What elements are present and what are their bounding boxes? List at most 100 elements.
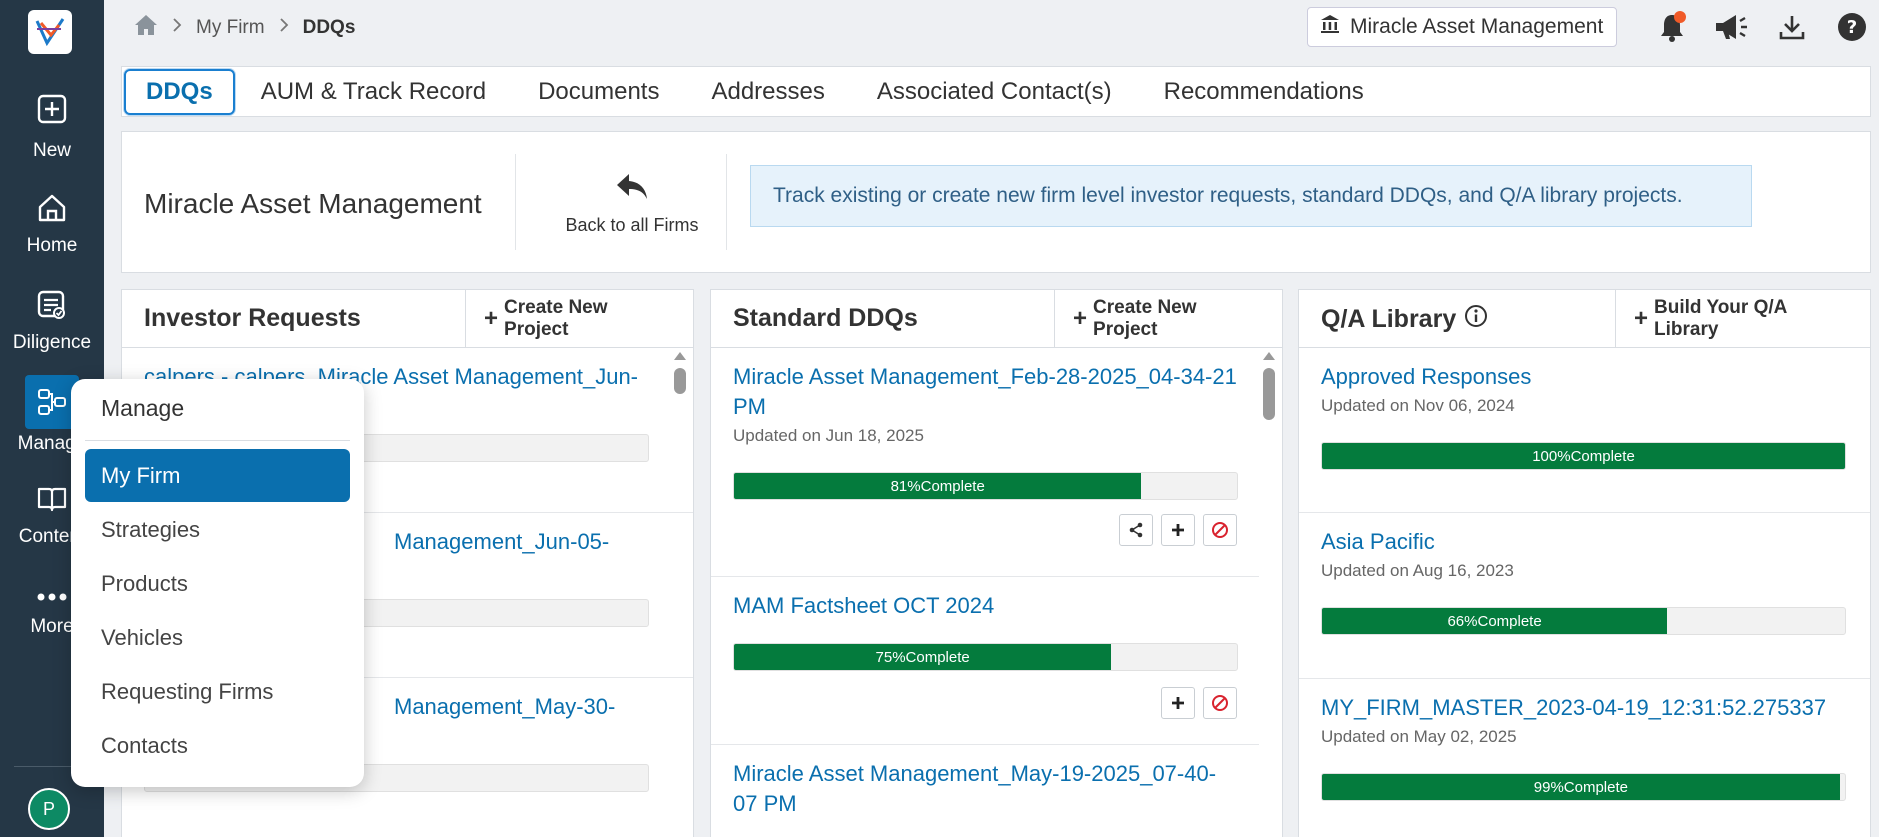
menu-item-my-firm[interactable]: My Firm xyxy=(85,449,350,502)
share-icon xyxy=(1129,522,1143,538)
list-item: Asia Pacific Updated on Aug 16, 2023 66%… xyxy=(1299,513,1870,679)
logo-icon xyxy=(35,18,65,47)
header-divider xyxy=(726,154,727,250)
build-qa-library-button[interactable]: + Build Your Q/A Library xyxy=(1615,290,1870,348)
project-link[interactable]: Miracle Asset Management_Feb-28-2025_04-… xyxy=(733,362,1237,422)
share-button[interactable] xyxy=(1119,514,1153,546)
project-link[interactable]: MAM Factsheet OCT 2024 xyxy=(733,591,1237,621)
standard-ddqs-panel: Standard DDQs + Create New Project Mirac… xyxy=(710,289,1283,837)
megaphone-icon[interactable] xyxy=(1714,9,1750,45)
row-actions xyxy=(733,514,1237,546)
progress-label: 66%Complete xyxy=(1447,612,1542,630)
firm-name: Miracle Asset Management xyxy=(144,188,482,219)
progress-label: 81%Complete xyxy=(890,477,985,495)
cancel-button[interactable] xyxy=(1203,687,1237,719)
plus-icon xyxy=(1172,524,1184,536)
avatar[interactable]: P xyxy=(28,788,70,830)
panel-title: Standard DDQs xyxy=(733,304,918,332)
progress-label: 75%Complete xyxy=(875,648,970,666)
breadcrumb-link-my-firm[interactable]: My Firm xyxy=(196,17,265,39)
panel-header: Investor Requests + Create New Project xyxy=(122,290,693,348)
list-item: MY_FIRM_MASTER_2023-04-19_12:31:52.27533… xyxy=(1299,679,1870,837)
plus-icon: + xyxy=(484,305,499,332)
chevron-right-icon xyxy=(172,17,182,39)
panel-header: Standard DDQs + Create New Project xyxy=(711,290,1282,348)
library-link[interactable]: Approved Responses xyxy=(1321,362,1848,392)
panel-title: Investor Requests xyxy=(144,304,361,332)
scroll-thumb[interactable] xyxy=(674,368,686,394)
library-link[interactable]: MY_FIRM_MASTER_2023-04-19_12:31:52.27533… xyxy=(1321,693,1848,723)
header-divider xyxy=(515,154,516,250)
create-new-project-button[interactable]: + Create New Project xyxy=(465,290,693,348)
plus-square-icon xyxy=(25,82,79,136)
scrollbar[interactable] xyxy=(673,352,687,837)
help-icon[interactable]: ? xyxy=(1834,9,1870,45)
app-logo[interactable] xyxy=(28,10,72,54)
menu-item-vehicles[interactable]: Vehicles xyxy=(85,611,350,664)
back-to-firms-button[interactable]: Back to all Firms xyxy=(557,172,707,236)
tab-aum-track-record[interactable]: AUM & Track Record xyxy=(235,69,512,115)
sidebar-item-new[interactable]: New xyxy=(0,82,104,162)
checklist-icon xyxy=(25,278,79,332)
top-bar: My Firm DDQs Miracle Asset Management ? xyxy=(104,0,1879,56)
create-new-project-label: Create New Project xyxy=(504,297,608,340)
sidebar-item-label: New xyxy=(32,140,71,161)
home-icon[interactable] xyxy=(134,14,158,42)
list-item: Miracle Asset Management_Feb-28-2025_04-… xyxy=(711,348,1259,577)
plus-icon xyxy=(1172,697,1184,709)
menu-item-requesting-firms[interactable]: Requesting Firms xyxy=(85,665,350,718)
ban-icon xyxy=(1212,695,1228,711)
scrollbar[interactable] xyxy=(1262,352,1276,837)
add-button[interactable] xyxy=(1161,687,1195,719)
updated-date: Updated on Aug 16, 2023 xyxy=(1321,561,1514,580)
project-link[interactable]: Miracle Asset Management_May-19-2025_07-… xyxy=(733,759,1237,819)
list-item: Miracle Asset Management_May-19-2025_07-… xyxy=(711,745,1259,837)
add-button[interactable] xyxy=(1161,514,1195,546)
bell-icon[interactable] xyxy=(1654,9,1690,45)
menu-item-products[interactable]: Products xyxy=(85,557,350,610)
sidebar-item-label: Home xyxy=(26,235,78,256)
info-banner: Track existing or create new firm level … xyxy=(750,165,1752,227)
tab-associated-contacts[interactable]: Associated Contact(s) xyxy=(851,69,1138,115)
progress-bar: 66%Complete xyxy=(1321,607,1846,635)
back-to-firms-label: Back to all Firms xyxy=(565,215,699,235)
sidebar-item-diligence[interactable]: Diligence xyxy=(0,278,104,354)
progress-bar: 81%Complete xyxy=(733,472,1238,500)
tab-ddqs[interactable]: DDQs xyxy=(124,68,235,115)
ban-icon xyxy=(1212,522,1228,538)
create-new-project-button[interactable]: + Create New Project xyxy=(1054,290,1282,348)
bank-icon xyxy=(1320,14,1340,40)
svg-text:?: ? xyxy=(1847,17,1857,38)
row-actions xyxy=(733,687,1237,719)
updated-date: Updated on May 02, 2025 xyxy=(1321,727,1517,746)
sidebar-item-label: More xyxy=(30,616,74,637)
progress-bar: 75%Complete xyxy=(733,643,1238,671)
cancel-button[interactable] xyxy=(1203,514,1237,546)
sidebar-item-label: Diligence xyxy=(12,332,92,353)
scroll-up-arrow[interactable] xyxy=(674,352,686,360)
tab-documents[interactable]: Documents xyxy=(512,69,685,115)
tab-recommendations[interactable]: Recommendations xyxy=(1138,69,1390,115)
qa-library-panel: Q/A Library + Build Your Q/A Library App… xyxy=(1298,289,1871,837)
panel-title: Q/A Library xyxy=(1321,304,1488,335)
firm-selector[interactable]: Miracle Asset Management xyxy=(1307,7,1617,47)
plus-icon: + xyxy=(1634,305,1649,332)
sidebar-item-home[interactable]: Home xyxy=(0,181,104,257)
plus-icon: + xyxy=(1073,305,1088,332)
menu-item-contacts[interactable]: Contacts xyxy=(85,719,350,772)
breadcrumb-current: DDQs xyxy=(302,17,356,38)
tab-addresses[interactable]: Addresses xyxy=(685,69,850,115)
reply-arrow-icon xyxy=(615,172,649,207)
menu-item-strategies[interactable]: Strategies xyxy=(85,503,350,556)
panel-header: Q/A Library + Build Your Q/A Library xyxy=(1299,290,1870,348)
breadcrumb: My Firm DDQs xyxy=(134,14,355,42)
info-icon[interactable] xyxy=(1464,304,1488,335)
library-link[interactable]: Asia Pacific xyxy=(1321,527,1848,557)
download-icon[interactable] xyxy=(1774,9,1810,45)
list-item: MAM Factsheet OCT 2024 75%Complete xyxy=(711,577,1259,745)
progress-label: 100%Complete xyxy=(1532,447,1635,465)
firm-selector-label: Miracle Asset Management xyxy=(1350,15,1604,38)
scroll-up-arrow[interactable] xyxy=(1263,352,1275,360)
scroll-thumb[interactable] xyxy=(1263,368,1275,420)
menu-title: Manage xyxy=(101,395,185,421)
